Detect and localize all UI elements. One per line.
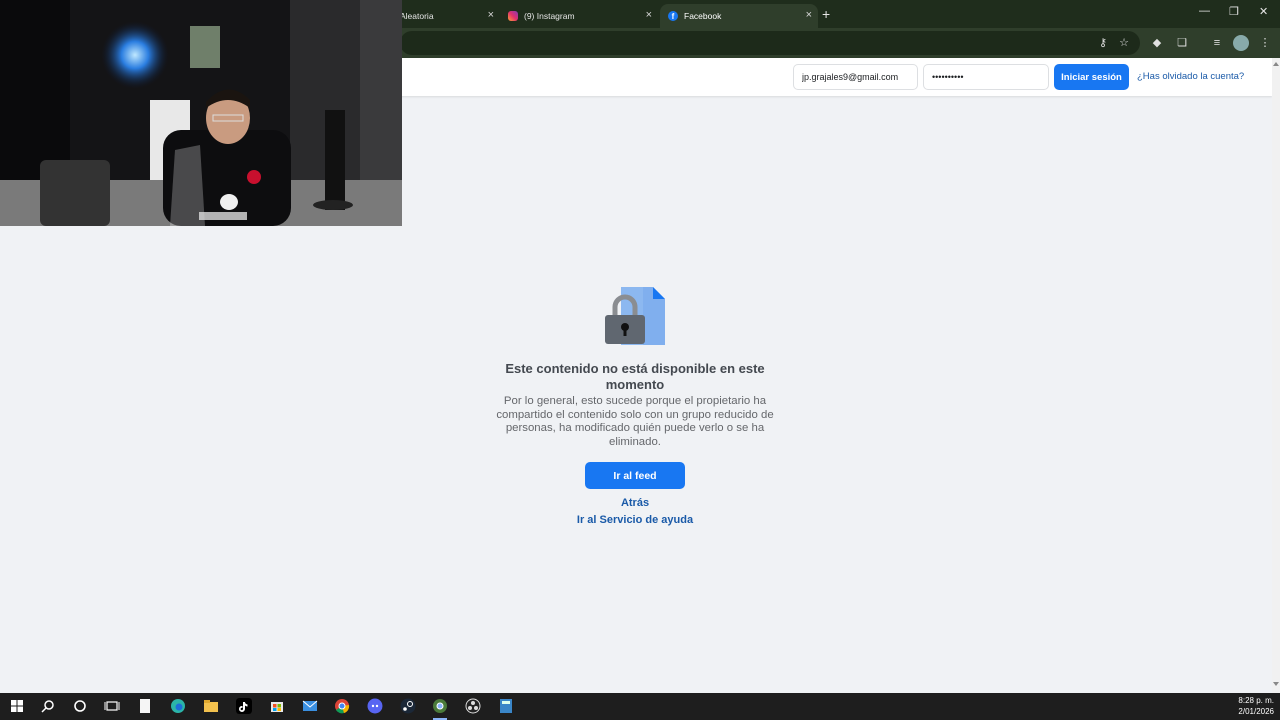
bookmark-star-icon[interactable]: ☆: [1116, 35, 1132, 51]
tab-instagram[interactable]: (9) Instagram ×: [500, 4, 658, 28]
close-tab-icon[interactable]: ×: [806, 9, 812, 21]
close-window-icon[interactable]: ✕: [1259, 5, 1268, 18]
file-explorer-icon[interactable]: [203, 698, 219, 714]
extension-diamond-icon[interactable]: ◆: [1149, 35, 1165, 51]
discord-icon[interactable]: [367, 698, 383, 714]
tab-title: Aleatoria: [400, 11, 434, 21]
email-field[interactable]: [793, 64, 918, 90]
help-center-link[interactable]: Ir al Servicio de ayuda: [480, 514, 790, 526]
tab-aleatoria[interactable]: Aleatoria ×: [392, 4, 500, 28]
steam-icon[interactable]: [400, 698, 416, 714]
windows-taskbar: 8:28 p. m. 2/01/2026: [0, 693, 1280, 720]
store-icon[interactable]: [269, 698, 285, 714]
tab-title: Facebook: [684, 11, 722, 21]
tiktok-icon[interactable]: [236, 698, 252, 714]
clock-time: 8:28 p. m.: [1238, 696, 1274, 705]
chrome-profile-icon[interactable]: [432, 698, 448, 714]
page-title: Este contenido no está disponible en est…: [505, 361, 765, 392]
new-tab-button[interactable]: +: [822, 6, 830, 22]
task-view-icon[interactable]: [104, 698, 120, 714]
address-bar[interactable]: [400, 31, 1140, 55]
unavailable-content-panel: Este contenido no está disponible en est…: [480, 285, 790, 526]
mail-icon[interactable]: [302, 698, 318, 714]
scroll-down-icon[interactable]: [1273, 682, 1279, 686]
profile-avatar[interactable]: [1233, 35, 1249, 51]
search-icon[interactable]: [40, 698, 56, 714]
menu-kebab-icon[interactable]: ⋮: [1257, 35, 1273, 51]
webcam-image: [0, 0, 402, 226]
password-key-icon[interactable]: ⚷: [1095, 35, 1111, 51]
minimize-icon[interactable]: —: [1199, 5, 1210, 17]
cortana-icon[interactable]: [72, 698, 88, 714]
tab-facebook[interactable]: f Facebook ×: [660, 4, 818, 28]
close-tab-icon[interactable]: ×: [646, 9, 652, 21]
description-text: Por lo general, esto sucede porque el pr…: [496, 395, 774, 448]
facebook-icon: f: [668, 11, 678, 21]
edge-icon[interactable]: [170, 698, 186, 714]
reading-list-icon[interactable]: ≡: [1209, 35, 1225, 51]
forgot-account-link[interactable]: ¿Has olvidado la cuenta?: [1137, 71, 1244, 82]
lock-document-icon: [603, 285, 667, 347]
windows-start-icon[interactable]: [9, 698, 25, 714]
password-field[interactable]: [923, 64, 1049, 90]
extensions-puzzle-icon[interactable]: ❏: [1174, 35, 1190, 51]
go-to-feed-button[interactable]: Ir al feed: [585, 462, 685, 489]
calculator-icon[interactable]: [498, 698, 514, 714]
login-button[interactable]: Iniciar sesión: [1054, 64, 1129, 90]
close-tab-icon[interactable]: ×: [488, 9, 494, 21]
page-scrollbar[interactable]: [1272, 58, 1280, 693]
scroll-up-icon[interactable]: [1273, 62, 1279, 66]
obs-icon[interactable]: [465, 698, 481, 714]
system-clock[interactable]: 8:28 p. m. 2/01/2026: [1238, 695, 1274, 717]
back-link[interactable]: Atrás: [480, 497, 790, 509]
chrome-icon[interactable]: [334, 698, 350, 714]
restore-icon[interactable]: ❐: [1229, 5, 1239, 18]
clock-date: 2/01/2026: [1238, 707, 1274, 716]
notepad-icon[interactable]: [137, 698, 153, 714]
tab-title: (9) Instagram: [524, 11, 575, 21]
webcam-overlay: [0, 0, 402, 226]
instagram-icon: [508, 11, 518, 21]
